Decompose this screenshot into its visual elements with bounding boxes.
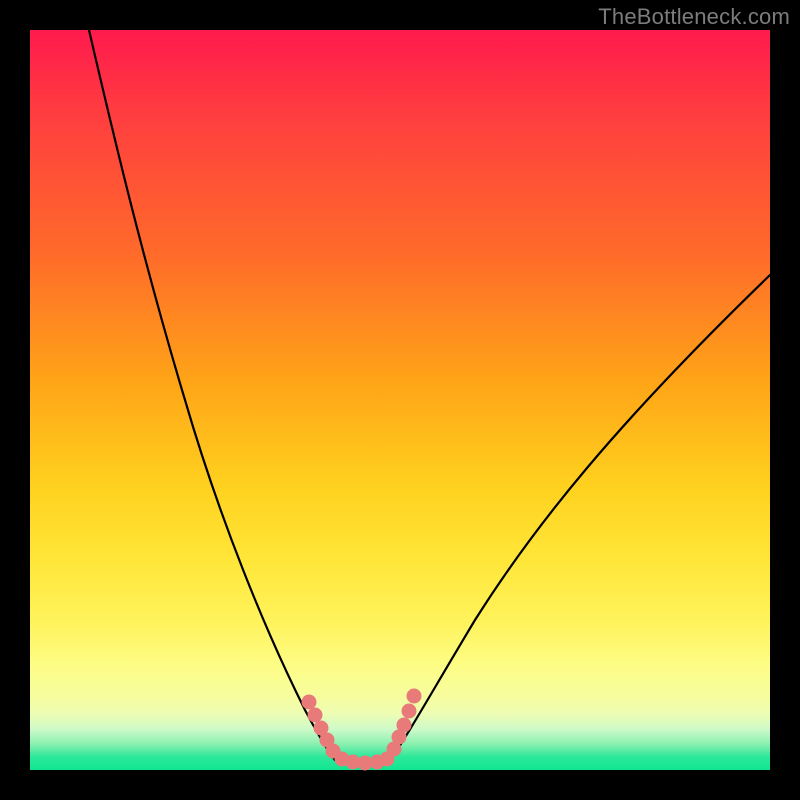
- left-branch-curve: [89, 30, 335, 760]
- right-branch-curve: [390, 275, 770, 760]
- chart-frame: TheBottleneck.com: [0, 0, 800, 800]
- valley-marker-dots: [302, 689, 421, 770]
- curve-layer: [30, 30, 770, 770]
- watermark-text: TheBottleneck.com: [598, 4, 790, 30]
